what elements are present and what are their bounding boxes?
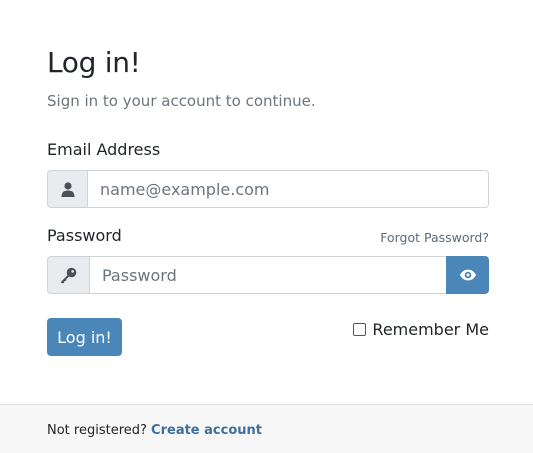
- page-title: Log in!: [47, 46, 141, 79]
- forgot-password-link[interactable]: Forgot Password?: [380, 230, 489, 245]
- password-label: Password: [47, 226, 122, 245]
- password-input[interactable]: [89, 256, 446, 294]
- remember-me[interactable]: Remember Me: [353, 320, 489, 339]
- card-footer: Not registered? Create account: [0, 404, 533, 453]
- email-input[interactable]: [87, 170, 489, 208]
- footer-prompt: Not registered?: [47, 423, 147, 438]
- key-icon: [47, 256, 89, 294]
- show-password-button[interactable]: [446, 256, 489, 294]
- remember-me-checkbox[interactable]: [353, 323, 367, 336]
- email-input-group: [47, 170, 489, 208]
- footer-text: Not registered? Create account: [47, 423, 262, 438]
- password-input-group: [47, 256, 489, 294]
- remember-me-label: Remember Me: [372, 320, 489, 339]
- email-label: Email Address: [47, 140, 161, 159]
- login-card: Log in! Sign in to your account to conti…: [0, 0, 533, 453]
- page-subtitle: Sign in to your account to continue.: [47, 92, 316, 110]
- create-account-link[interactable]: Create account: [151, 423, 262, 438]
- login-button[interactable]: Log in!: [47, 318, 122, 356]
- eye-icon: [459, 269, 477, 281]
- user-icon: [47, 170, 87, 208]
